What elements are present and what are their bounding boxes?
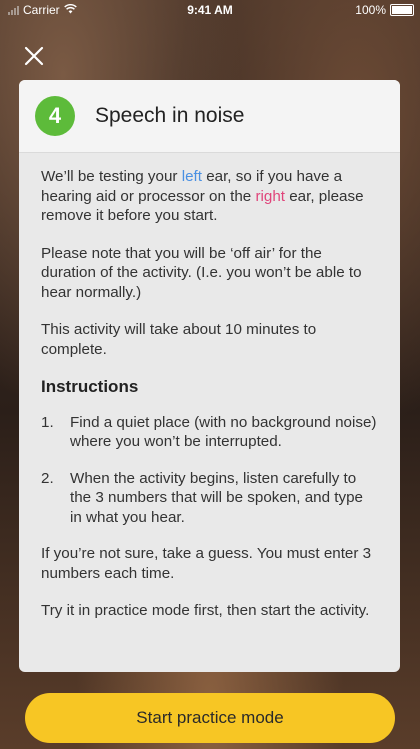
intro-part1: We’ll be testing your — [41, 168, 182, 185]
status-bar: Carrier 9:41 AM 100% — [0, 0, 420, 20]
battery-percent: 100% — [355, 3, 386, 17]
activity-card: 4 Speech in noise We’ll be testing your … — [19, 80, 400, 672]
start-practice-button[interactable]: Start practice mode — [25, 693, 395, 743]
step-text: Find a quiet place (with no background n… — [70, 413, 377, 451]
close-icon — [24, 46, 44, 66]
off-air-note: Please note that you will be ‘off air’ f… — [41, 244, 362, 301]
duration-note: This activity will take about 10 minutes… — [41, 321, 317, 358]
step-number: 1. — [41, 413, 54, 431]
step-badge: 4 — [35, 96, 75, 136]
practice-note: Try it in practice mode first, then star… — [41, 602, 370, 619]
status-right: 100% — [355, 3, 414, 17]
battery-icon — [390, 4, 414, 16]
instruction-step: 1. Find a quiet place (with no backgroun… — [41, 413, 378, 452]
step-number: 2. — [41, 469, 54, 487]
intro-text: We’ll be testing your left ear, so if yo… — [41, 167, 378, 226]
card-header: 4 Speech in noise — [19, 80, 400, 153]
instruction-step: 2. When the activity begins, listen care… — [41, 469, 378, 528]
guess-note: If you’re not sure, take a guess. You mu… — [41, 545, 372, 582]
left-ear-highlight: left — [181, 168, 202, 185]
card-body: We’ll be testing your left ear, so if yo… — [19, 153, 400, 621]
step-text: When the activity begins, listen careful… — [70, 469, 363, 526]
card-title: Speech in noise — [95, 104, 245, 127]
right-ear-highlight: right — [255, 187, 285, 205]
instructions-heading: Instructions — [41, 377, 139, 396]
close-button[interactable] — [24, 44, 48, 68]
